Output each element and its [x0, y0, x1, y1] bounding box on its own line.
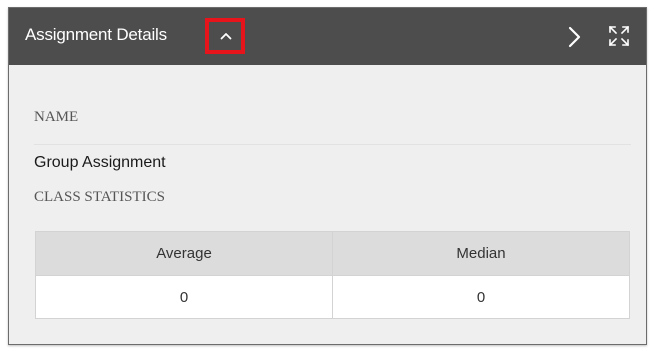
assignment-details-panel: Assignment Details NAME Group Assignment…: [8, 7, 647, 345]
table-row: 0 0: [35, 275, 630, 319]
column-header-average: Average: [35, 231, 333, 276]
panel-header: Assignment Details: [9, 8, 646, 65]
column-header-median: Median: [332, 231, 630, 276]
median-value: 0: [332, 275, 630, 319]
divider: [34, 144, 631, 145]
chevron-up-icon: [220, 33, 232, 40]
expand-button[interactable]: [608, 25, 630, 47]
class-statistics-label: CLASS STATISTICS: [34, 189, 165, 205]
next-button[interactable]: [565, 24, 585, 50]
name-label: NAME: [34, 109, 79, 125]
chevron-right-icon: [568, 26, 581, 48]
expand-icon: [608, 25, 630, 47]
assignment-name: Group Assignment: [34, 154, 166, 171]
class-statistics-table: Average Median 0 0: [35, 231, 630, 319]
collapse-button[interactable]: [205, 18, 245, 54]
average-value: 0: [35, 275, 333, 319]
table-header-row: Average Median: [35, 231, 630, 276]
panel-title: Assignment Details: [25, 25, 167, 44]
